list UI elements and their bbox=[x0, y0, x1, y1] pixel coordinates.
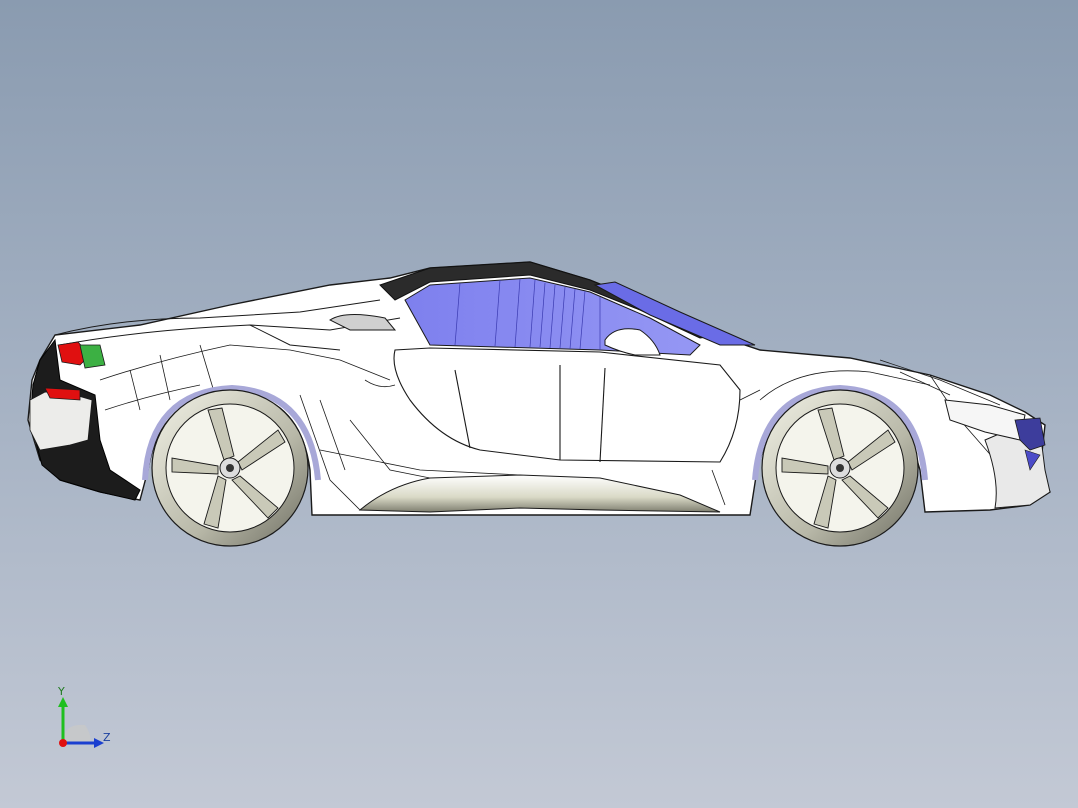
graphics-viewport[interactable]: Y Z bbox=[0, 0, 1078, 808]
rear-diffuser bbox=[29, 391, 93, 451]
front-wheel bbox=[761, 389, 919, 547]
car-model[interactable] bbox=[0, 0, 1078, 808]
triad-z-label: Z bbox=[103, 731, 111, 744]
triad-y-label: Y bbox=[58, 685, 65, 698]
taillight-lower bbox=[44, 387, 81, 401]
rear-wheel bbox=[151, 389, 309, 547]
coordinate-triad[interactable]: Y Z bbox=[50, 685, 120, 755]
